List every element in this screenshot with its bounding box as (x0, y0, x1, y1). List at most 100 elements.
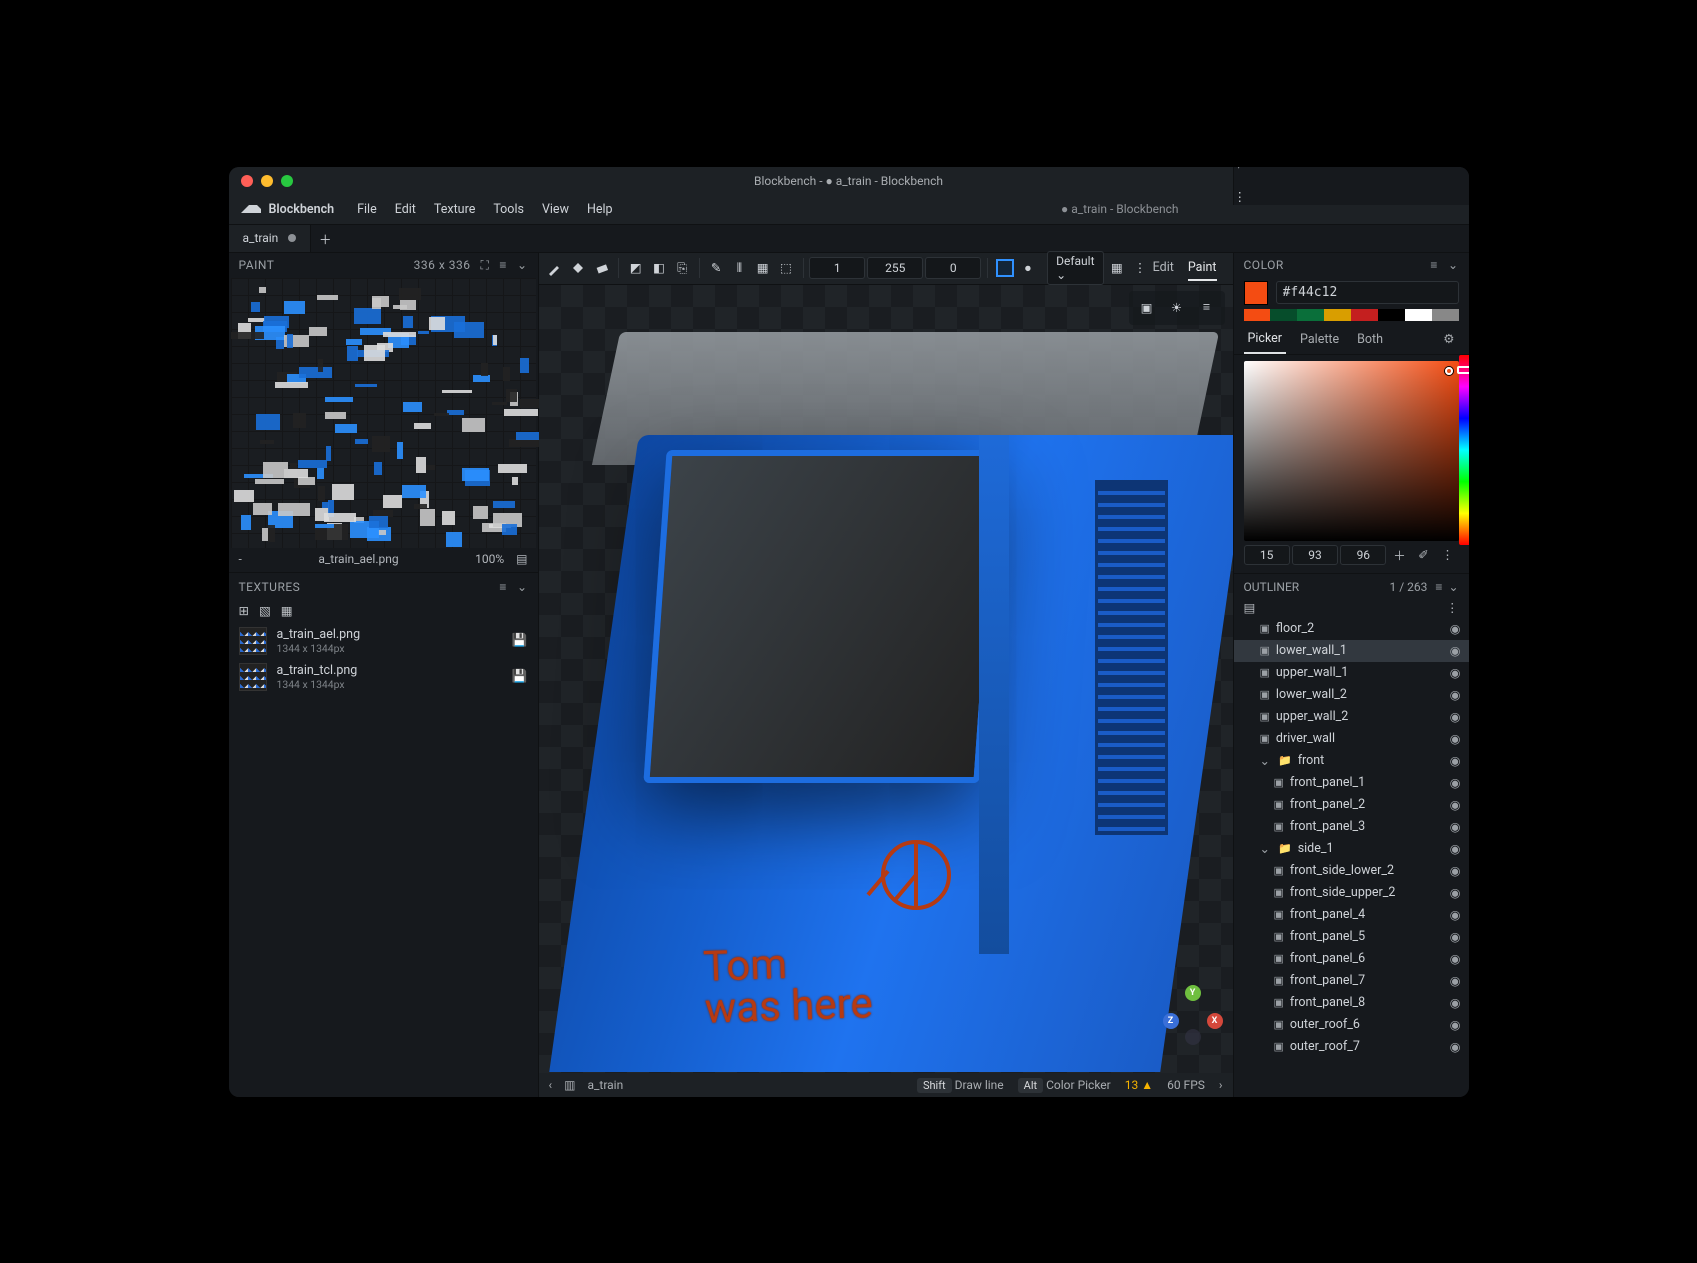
visibility-icon[interactable]: ◉ (1450, 797, 1461, 813)
visibility-icon[interactable]: ◉ (1450, 929, 1461, 945)
fullscreen-icon[interactable]: ⛶ (481, 258, 490, 273)
outliner-cube[interactable]: front_panel_5◉ (1234, 926, 1469, 948)
mode-paint-tab[interactable]: Paint (1188, 256, 1217, 281)
outliner-folder[interactable]: side_1◉ (1234, 838, 1469, 860)
visibility-icon[interactable]: ◉ (1450, 973, 1461, 989)
mode-edit-tab[interactable]: Edit (1153, 256, 1174, 281)
chevron-down-icon[interactable]: ⌄ (1448, 258, 1459, 272)
sv-color-box[interactable] (1244, 361, 1459, 541)
outliner-cube[interactable]: front_panel_2◉ (1234, 794, 1469, 816)
menu-tools[interactable]: Tools (484, 198, 533, 221)
v-input[interactable]: 96 (1340, 545, 1386, 565)
panel-menu-icon[interactable]: ≡ (499, 580, 507, 594)
more-tools-icon[interactable]: ⋮ (1129, 255, 1150, 281)
palette-tab[interactable]: Palette (1296, 326, 1343, 353)
outliner-cube[interactable]: driver_wall◉ (1234, 728, 1469, 750)
visibility-icon[interactable]: ◉ (1450, 907, 1461, 923)
outliner-cube[interactable]: outer_roof_7◉ (1234, 1036, 1469, 1058)
visibility-icon[interactable]: ◉ (1450, 731, 1461, 747)
eyedropper-icon[interactable]: ✐ (1412, 545, 1434, 565)
hue-slider[interactable] (1459, 355, 1469, 545)
lock-alpha-icon[interactable]: ▦ (752, 255, 773, 281)
panel-menu-icon[interactable]: ≡ (1435, 580, 1442, 594)
outliner-cube[interactable]: front_panel_6◉ (1234, 948, 1469, 970)
maximize-window-icon[interactable] (281, 175, 293, 187)
nav-back-icon[interactable]: ‹ (549, 1078, 553, 1092)
panel-menu-icon[interactable]: ≡ (1430, 258, 1438, 272)
visibility-icon[interactable]: ◉ (1450, 709, 1461, 725)
minimize-window-icon[interactable] (261, 175, 273, 187)
outliner-folder[interactable]: front◉ (1234, 750, 1469, 772)
outliner-cube[interactable]: outer_roof_6◉ (1234, 1014, 1469, 1036)
visibility-icon[interactable]: ◉ (1450, 1017, 1461, 1033)
palette-swatch[interactable] (1378, 309, 1405, 321)
visibility-icon[interactable]: ◉ (1450, 687, 1461, 703)
view-light-icon[interactable]: ☀ (1163, 295, 1191, 321)
palette-swatch[interactable] (1351, 309, 1378, 321)
outliner-cube[interactable]: lower_wall_1◉ (1234, 640, 1469, 662)
gear-icon[interactable]: ⚙ (1439, 325, 1458, 353)
visibility-icon[interactable]: ◉ (1450, 863, 1461, 879)
close-window-icon[interactable] (241, 175, 253, 187)
visibility-icon[interactable]: ◉ (1450, 753, 1461, 769)
gradient-tool-icon[interactable]: ◧ (648, 255, 669, 281)
outliner-cube[interactable]: front_panel_1◉ (1234, 772, 1469, 794)
picker-tab[interactable]: Picker (1244, 325, 1287, 354)
outliner-cube[interactable]: front_side_lower_2◉ (1234, 860, 1469, 882)
menu-view[interactable]: View (533, 198, 578, 221)
color-palette[interactable] (1234, 309, 1469, 325)
brush-opacity-input[interactable]: 255 (867, 257, 923, 279)
save-icon[interactable]: 💾 (512, 669, 528, 684)
palette-swatch[interactable] (1432, 309, 1459, 321)
outliner-more-icon[interactable]: ⋮ (1446, 600, 1459, 616)
view-menu-icon[interactable]: ≡ (1193, 295, 1221, 321)
outliner-cube[interactable]: front_panel_3◉ (1234, 816, 1469, 838)
clone-tool-icon[interactable]: ⎘ (672, 255, 693, 281)
import-texture-button[interactable]: ▧ (259, 603, 271, 619)
eraser-tool-icon[interactable] (591, 255, 612, 281)
shape-tool-icon[interactable]: ◩ (625, 255, 646, 281)
more-icon[interactable]: ⋮ (1234, 189, 1457, 205)
visibility-icon[interactable]: ◉ (1450, 643, 1461, 659)
texture-item[interactable]: a_train_tcl.png 1344 x 1344px 💾 (229, 659, 538, 695)
both-tab[interactable]: Both (1353, 326, 1387, 353)
outliner-cube[interactable]: front_panel_4◉ (1234, 904, 1469, 926)
arrange-textures-button[interactable]: ▦ (281, 603, 293, 619)
extension-icon[interactable]: ✦ (1234, 167, 1457, 173)
visibility-icon[interactable]: ◉ (1450, 775, 1461, 791)
fill-tool-icon[interactable] (568, 255, 589, 281)
visibility-icon[interactable]: ◉ (1450, 885, 1461, 901)
h-input[interactable]: 15 (1244, 545, 1290, 565)
palette-swatch[interactable] (1297, 309, 1324, 321)
palette-swatch[interactable] (1405, 309, 1432, 321)
visibility-icon[interactable]: ◉ (1450, 1039, 1461, 1055)
selection-tool-icon[interactable]: ⬚ (775, 255, 796, 281)
outliner-cube[interactable]: front_panel_7◉ (1234, 970, 1469, 992)
outliner-cube[interactable]: upper_wall_2◉ (1234, 706, 1469, 728)
grid-icon[interactable]: ▦ (1106, 255, 1127, 281)
blend-mode-select[interactable]: Default ⌄ (1047, 251, 1104, 285)
document-tab[interactable]: a_train (229, 225, 312, 252)
outliner-cube[interactable]: floor_2◉ (1234, 618, 1469, 640)
menu-texture[interactable]: Texture (425, 198, 484, 221)
current-color-swatch[interactable] (1244, 281, 1268, 305)
view-image-icon[interactable]: ▣ (1133, 295, 1161, 321)
palette-swatch[interactable] (1324, 309, 1351, 321)
add-color-icon[interactable]: ＋ (1388, 545, 1410, 565)
palette-swatch[interactable] (1270, 309, 1297, 321)
texture-item[interactable]: a_train_ael.png 1344 x 1344px 💾 (229, 623, 538, 659)
outliner-cube[interactable]: front_side_upper_2◉ (1234, 882, 1469, 904)
visibility-icon[interactable]: ◉ (1450, 665, 1461, 681)
shape-square-icon[interactable] (994, 255, 1015, 281)
outliner-cube[interactable]: lower_wall_2◉ (1234, 684, 1469, 706)
new-tab-button[interactable]: ＋ (311, 225, 339, 252)
3d-viewport[interactable]: Tom was here ▣ ☀ ≡ Y X Z (539, 285, 1233, 1073)
mirror-tool-icon[interactable]: ⫴ (729, 255, 750, 281)
warnings-badge[interactable]: 13 ▲ (1125, 1078, 1153, 1092)
brush-size-input[interactable]: 1 (809, 257, 865, 279)
menu-file[interactable]: File (348, 198, 386, 221)
brush-tool-icon[interactable] (545, 255, 566, 281)
save-icon[interactable]: 💾 (512, 633, 528, 648)
outliner-cube[interactable]: front_panel_8◉ (1234, 992, 1469, 1014)
color-more-icon[interactable]: ⋮ (1436, 545, 1458, 565)
